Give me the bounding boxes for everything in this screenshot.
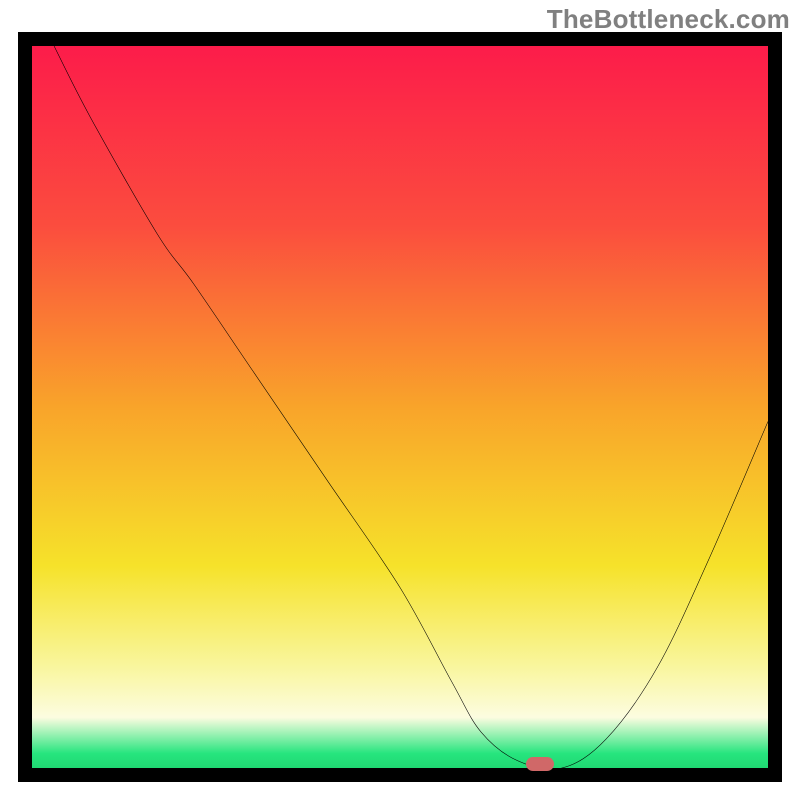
chart-frame: TheBottleneck.com bbox=[0, 0, 800, 800]
plot-area bbox=[18, 32, 782, 782]
curve-path bbox=[54, 46, 768, 768]
optimal-marker bbox=[526, 757, 554, 771]
bottleneck-curve bbox=[32, 46, 768, 768]
watermark-text: TheBottleneck.com bbox=[547, 4, 790, 35]
